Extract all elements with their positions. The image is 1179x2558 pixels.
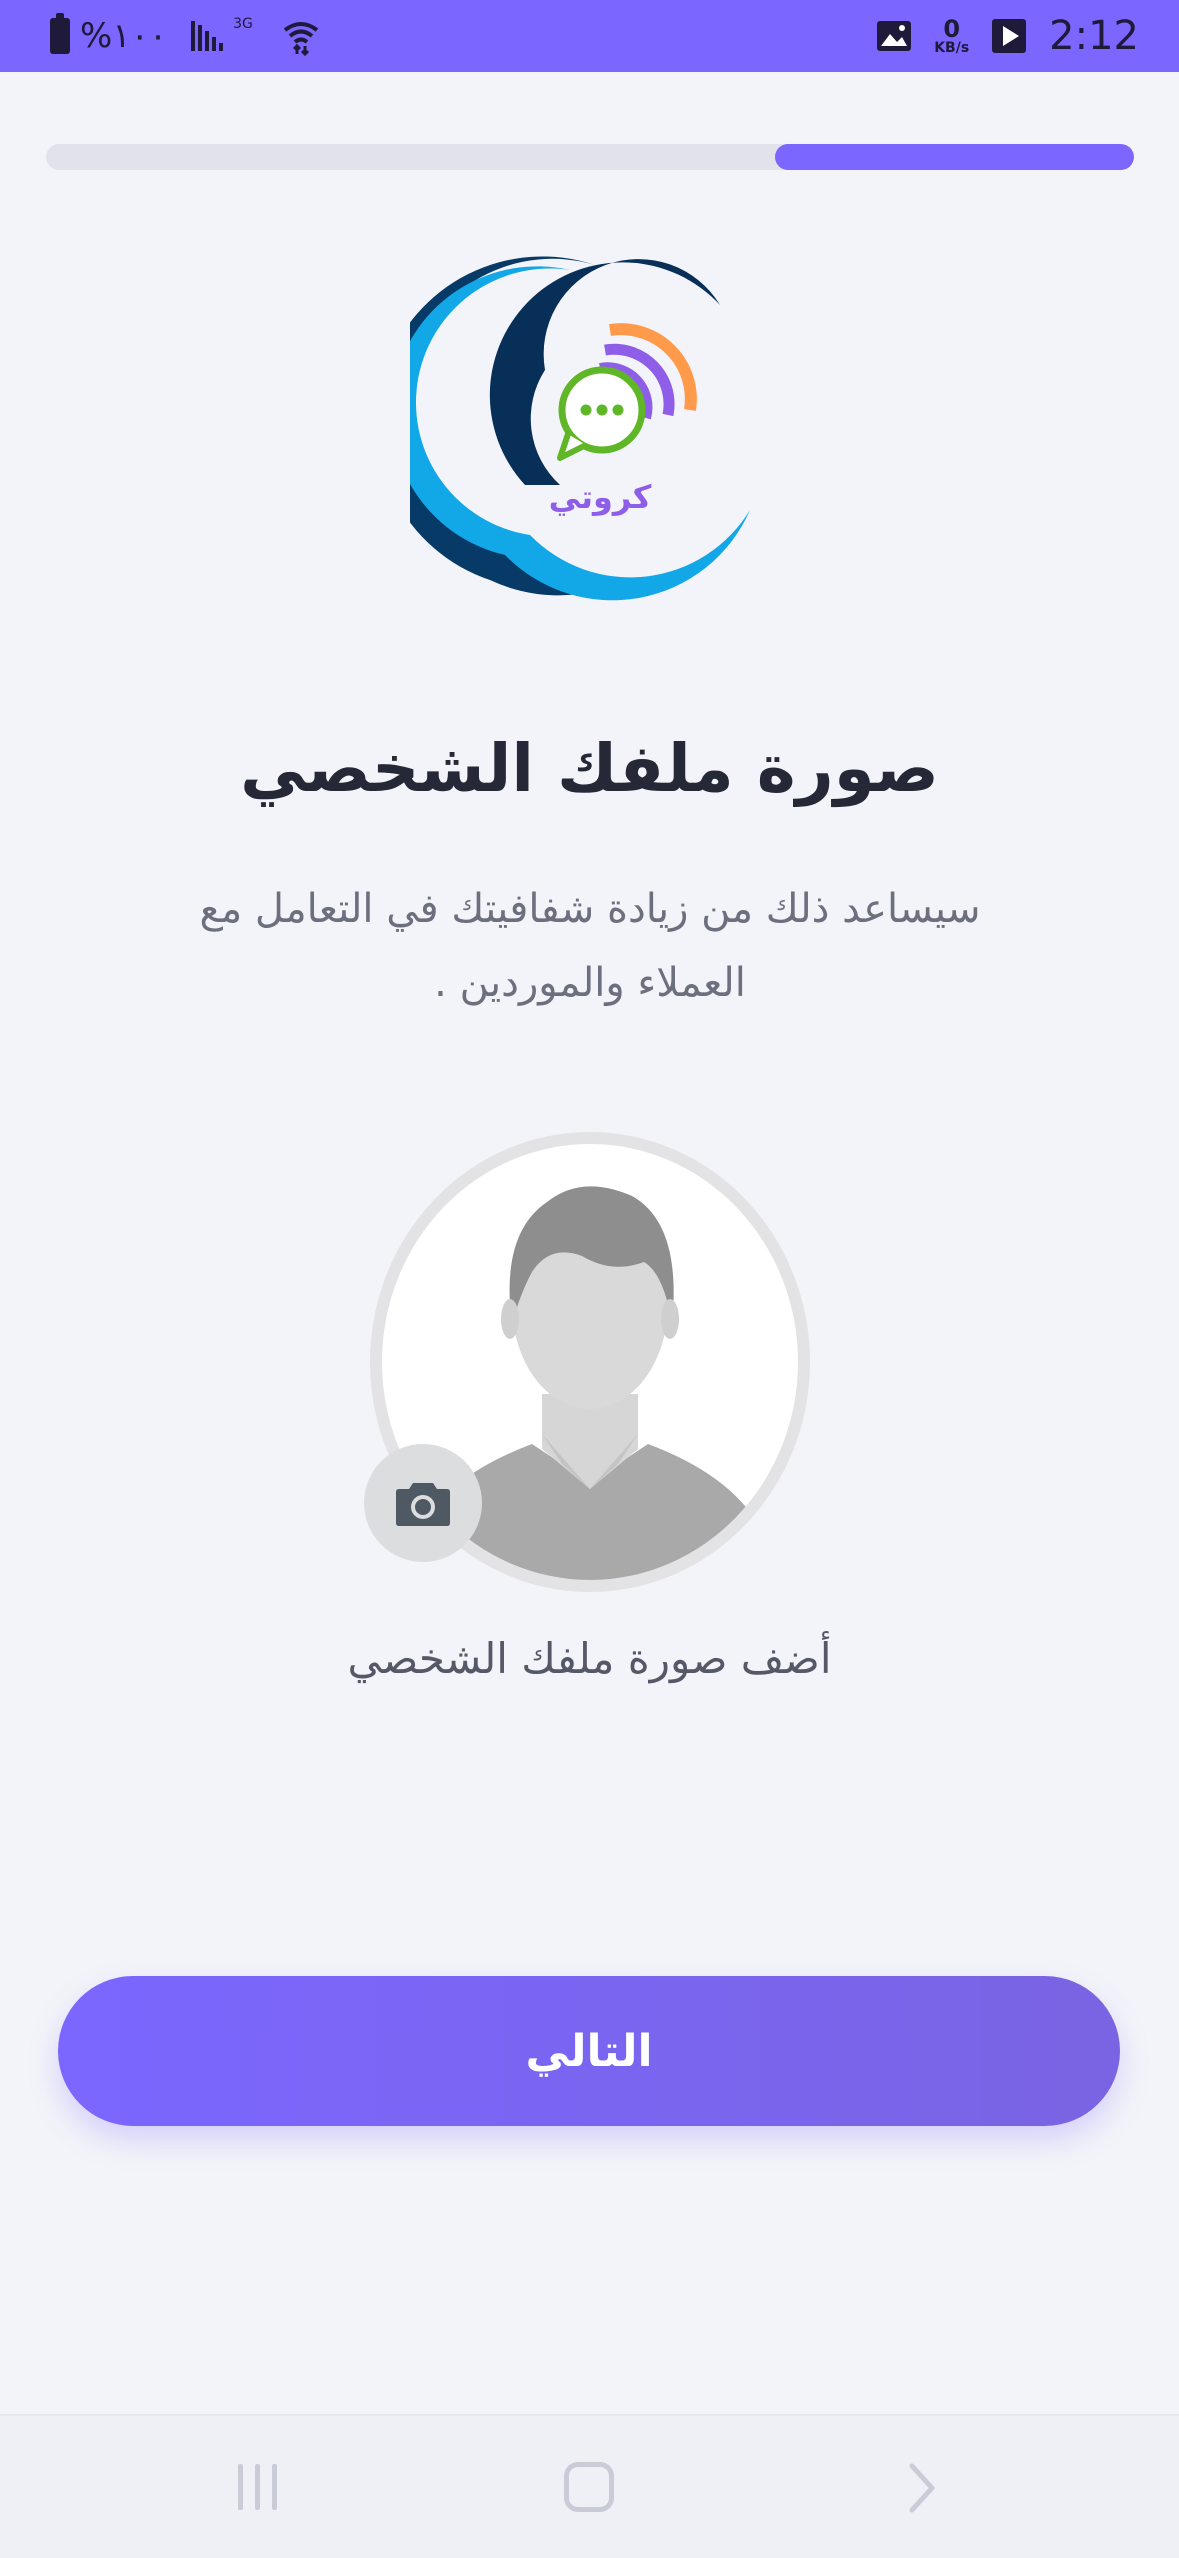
logo-text: كروتي — [549, 478, 652, 516]
progress-bar-fill — [774, 144, 1134, 170]
profile-photo-picker[interactable] — [364, 1132, 810, 1592]
system-navigation-bar — [0, 2414, 1179, 2558]
data-rate-indicator: 0 KB/s — [934, 17, 969, 55]
camera-icon — [396, 1483, 450, 1526]
status-clock: 2:12 — [1049, 13, 1139, 59]
status-bar: %١٠٠ 3G 0 KB/s 2:12 — [0, 0, 1179, 72]
add-profile-photo-label[interactable]: أضف صورة ملفك الشخصي — [0, 1634, 1179, 1683]
battery-icon — [50, 13, 70, 54]
network-type-label: 3G — [233, 16, 253, 32]
page-title: صورة ملفك الشخصي — [240, 730, 939, 807]
signal-strength-icon — [191, 21, 224, 51]
play-notification-icon — [992, 19, 1027, 53]
next-button[interactable]: التالي — [58, 1976, 1120, 2126]
data-rate-unit: KB/s — [934, 40, 970, 56]
image-notification-icon — [877, 21, 912, 51]
app-logo: كروتي — [410, 256, 750, 601]
page-subtitle: سيساعد ذلك من زيادة شفافيتك في التعامل م… — [199, 886, 981, 1006]
home-button[interactable] — [564, 2462, 614, 2512]
camera-button[interactable] — [364, 1444, 482, 1562]
back-button[interactable] — [904, 2460, 940, 2516]
wifi-icon — [283, 22, 319, 56]
recent-apps-button[interactable] — [238, 2464, 277, 2510]
onboarding-progress-bar — [46, 144, 1134, 170]
battery-percentage: %١٠٠ — [80, 16, 168, 56]
data-rate-value: 0 — [943, 15, 961, 43]
